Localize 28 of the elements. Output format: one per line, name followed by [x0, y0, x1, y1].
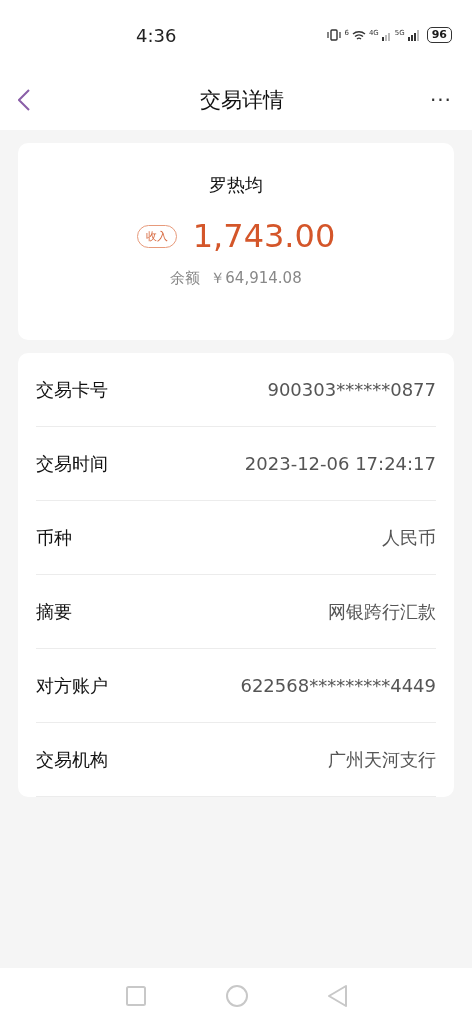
- recents-icon[interactable]: [125, 986, 146, 1006]
- detail-label: 交易卡号: [36, 377, 108, 402]
- detail-label: 交易机构: [36, 747, 108, 772]
- amount: 1,743.00: [192, 217, 336, 255]
- back-button[interactable]: [18, 89, 30, 111]
- more-button[interactable]: ···: [429, 88, 452, 112]
- detail-value: 网银跨行汇款: [328, 599, 436, 624]
- back-icon: [18, 89, 30, 111]
- payer-name: 罗热均: [209, 173, 263, 197]
- back-icon[interactable]: [327, 985, 347, 1007]
- detail-value: 人民币: [382, 525, 436, 550]
- wifi-icon: [351, 29, 366, 41]
- page-title: 交易详情: [199, 87, 284, 114]
- balance-label: 余额: [170, 269, 201, 288]
- detail-label: 对方账户: [36, 673, 108, 698]
- battery-indicator: 96: [426, 27, 452, 43]
- vibrate-icon: [327, 29, 342, 41]
- status-time: 4:36: [136, 24, 177, 46]
- signal-icon: [407, 29, 420, 41]
- balance-value: ￥64,914.08: [210, 269, 302, 288]
- detail-label: 交易时间: [36, 451, 108, 476]
- home-icon[interactable]: [225, 985, 248, 1007]
- detail-value: 900303******0877: [267, 379, 436, 400]
- detail-value: 广州天河支行: [328, 747, 436, 772]
- detail-value: 622568*********4449: [240, 675, 436, 696]
- detail-value: 2023-12-06 17:24:17: [244, 453, 436, 474]
- detail-label: 摘要: [36, 599, 72, 624]
- detail-label: 币种: [36, 525, 72, 550]
